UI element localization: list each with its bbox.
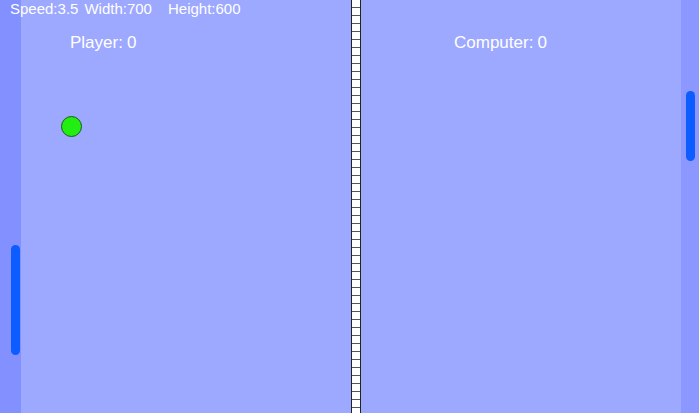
hud-item: Speed:3.5 bbox=[10, 0, 78, 18]
score-value: 0 bbox=[537, 33, 546, 53]
net bbox=[351, 0, 361, 413]
computer-paddle bbox=[686, 91, 695, 161]
hud-item: Height:600 bbox=[168, 0, 241, 18]
hud-item: Width:700 bbox=[84, 0, 152, 18]
computer-score: Computer:0 bbox=[454, 33, 547, 53]
ball bbox=[61, 116, 82, 137]
score-label: Player: bbox=[70, 33, 123, 53]
score-label: Computer: bbox=[454, 33, 533, 53]
pong-game[interactable]: Speed:3.5Width:700Height:600Player:0Comp… bbox=[0, 0, 699, 413]
player-half bbox=[21, 0, 351, 413]
player-score: Player:0 bbox=[70, 33, 136, 53]
right-wall bbox=[681, 0, 699, 413]
score-value: 0 bbox=[127, 33, 136, 53]
hud: Speed:3.5 Width:700 Height:600 bbox=[10, 0, 241, 18]
computer-half bbox=[361, 0, 681, 413]
player-paddle[interactable] bbox=[11, 245, 20, 355]
left-wall bbox=[0, 0, 21, 413]
